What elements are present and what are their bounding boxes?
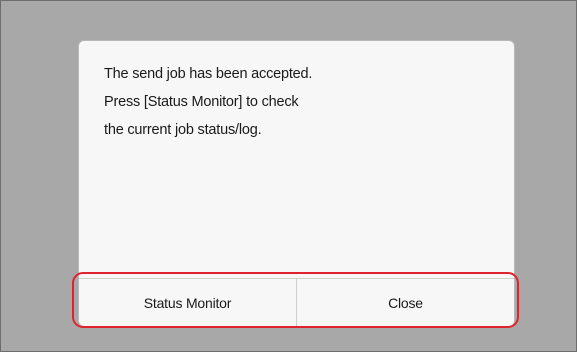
- message-line-1: The send job has been accepted.: [104, 66, 313, 82]
- dialog-message: The send job has been accepted. Press [S…: [104, 60, 484, 144]
- dialog-button-bar: Status Monitor Close: [79, 278, 514, 326]
- message-line-2: Press [Status Monitor] to check: [104, 94, 299, 110]
- close-button[interactable]: Close: [296, 279, 514, 326]
- message-line-3: the current job status/log.: [104, 122, 262, 138]
- send-accepted-dialog: The send job has been accepted. Press [S…: [72, 41, 519, 328]
- device-screen: The send job has been accepted. Press [S…: [0, 0, 577, 352]
- status-monitor-button[interactable]: Status Monitor: [79, 279, 296, 326]
